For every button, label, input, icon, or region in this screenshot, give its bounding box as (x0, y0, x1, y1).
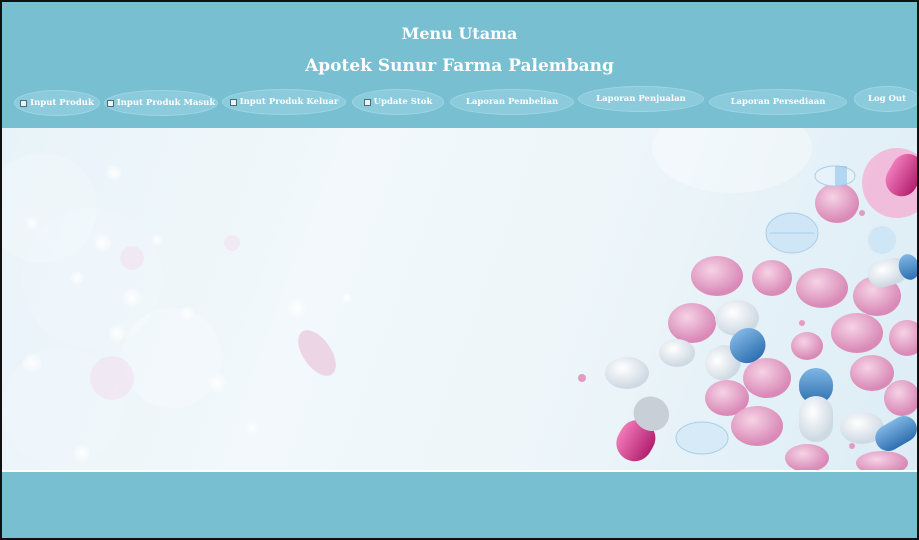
document-icon (106, 99, 114, 107)
laporan-persediaan-button[interactable]: Laporan Persediaan (709, 89, 847, 115)
nav-label: Laporan Pembelian (465, 97, 559, 107)
nav-label: Laporan Penjualan (596, 94, 686, 104)
input-produk-keluar-button[interactable]: Input Produk Keluar (222, 89, 346, 115)
banner-image (2, 128, 917, 470)
laporan-penjualan-button[interactable]: Laporan Penjualan (578, 86, 704, 112)
header: Menu Utama Apotek Sunur Farma Palembang … (2, 2, 917, 126)
page-title: Menu Utama (401, 24, 518, 43)
footer (2, 472, 917, 538)
nav-label: Update Stok (373, 97, 433, 107)
nav-label: Log Out (867, 94, 907, 104)
nav-bar: Input Produk Input Produk Masuk Input Pr… (2, 86, 917, 120)
nav-label: Input Produk Masuk (116, 98, 216, 108)
document-icon (20, 99, 28, 107)
nav-label: Input Produk Keluar (239, 97, 339, 107)
input-produk-masuk-button[interactable]: Input Produk Masuk (104, 90, 218, 116)
input-produk-button[interactable]: Input Produk (14, 90, 100, 116)
laporan-pembelian-button[interactable]: Laporan Pembelian (450, 89, 574, 115)
page-subtitle: Apotek Sunur Farma Palembang (305, 56, 614, 76)
document-icon (363, 98, 371, 106)
document-icon (229, 98, 237, 106)
main-window: Menu Utama Apotek Sunur Farma Palembang … (0, 0, 919, 540)
log-out-button[interactable]: Log Out (854, 86, 917, 112)
update-stok-button[interactable]: Update Stok (352, 89, 444, 115)
nav-label: Laporan Persediaan (730, 97, 826, 107)
nav-label: Input Produk (30, 98, 94, 108)
pills-illustration (2, 128, 917, 470)
